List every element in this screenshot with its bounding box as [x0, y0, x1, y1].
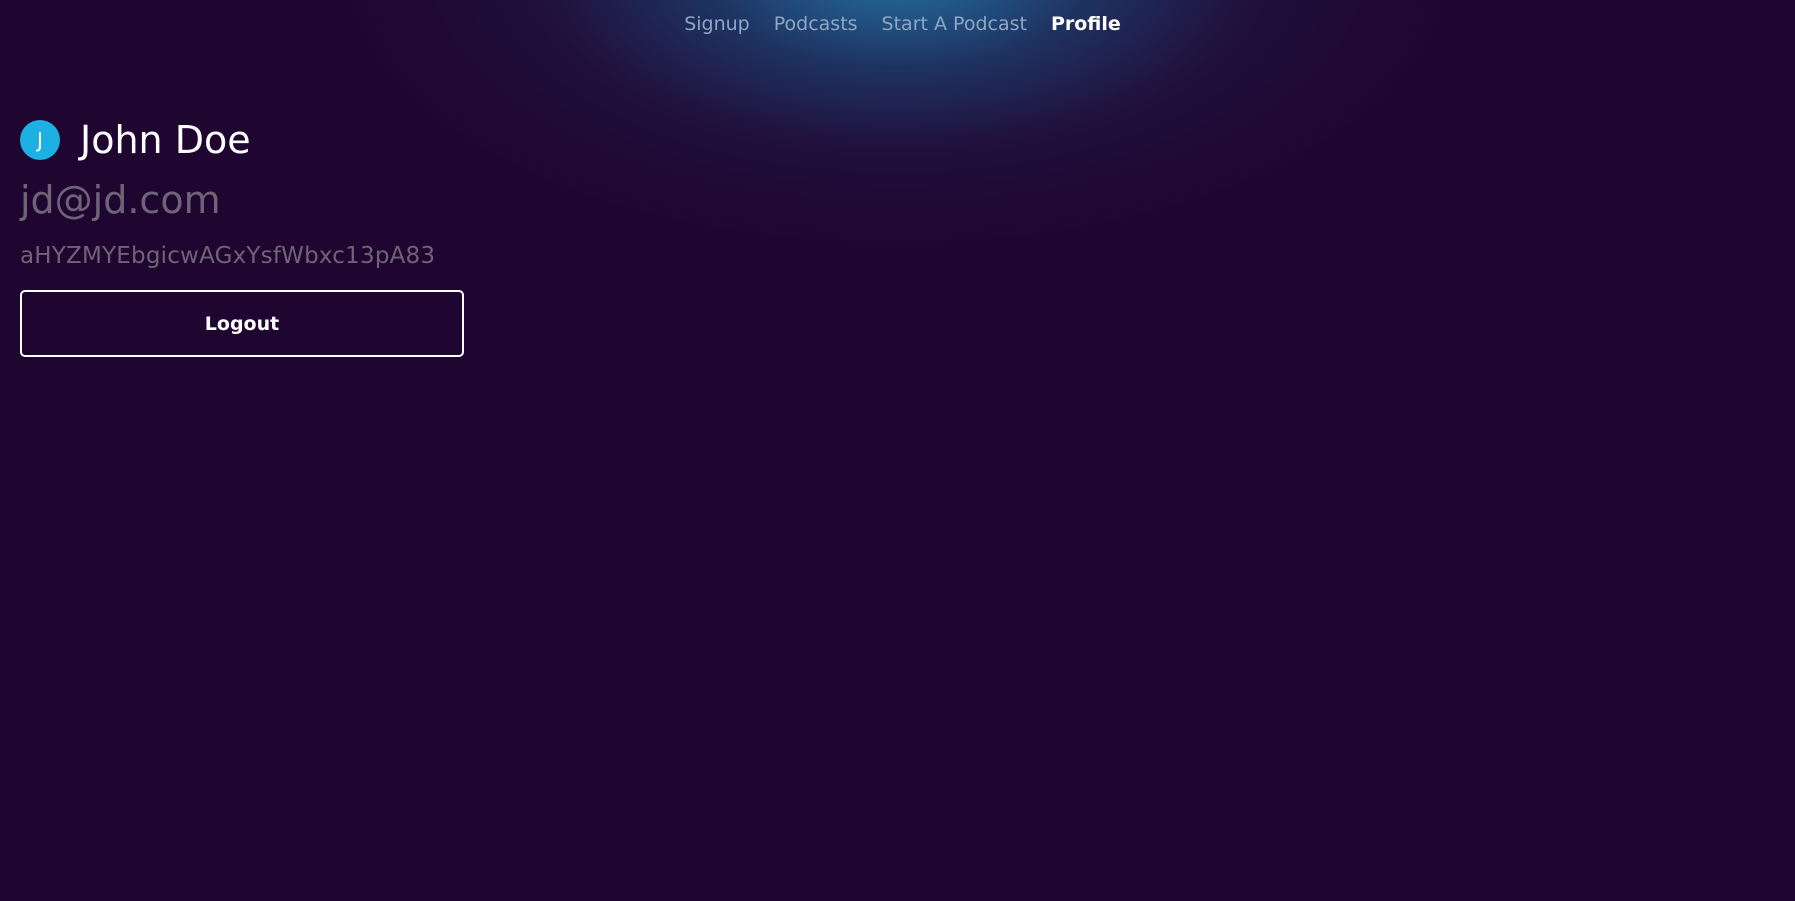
nav-link-signup[interactable]: Signup [684, 13, 750, 35]
top-nav: Signup Podcasts Start A Podcast Profile [0, 13, 1795, 35]
user-id: aHYZMYEbgicwAGxYsfWbxc13pA83 [20, 243, 436, 269]
nav-link-profile[interactable]: Profile [1051, 13, 1121, 35]
profile-header: J John Doe [20, 118, 464, 162]
nav-link-podcasts[interactable]: Podcasts [774, 13, 858, 35]
logout-button[interactable]: Logout [20, 290, 464, 357]
nav-link-start-a-podcast[interactable]: Start A Podcast [882, 13, 1027, 35]
avatar: J [20, 120, 60, 160]
nav-links: Signup Podcasts Start A Podcast Profile [684, 13, 1121, 35]
user-name: John Doe [80, 118, 251, 162]
profile-section: J John Doe jd@jd.com aHYZMYEbgicwAGxYsfW… [20, 118, 464, 357]
user-email: jd@jd.com [20, 178, 221, 222]
